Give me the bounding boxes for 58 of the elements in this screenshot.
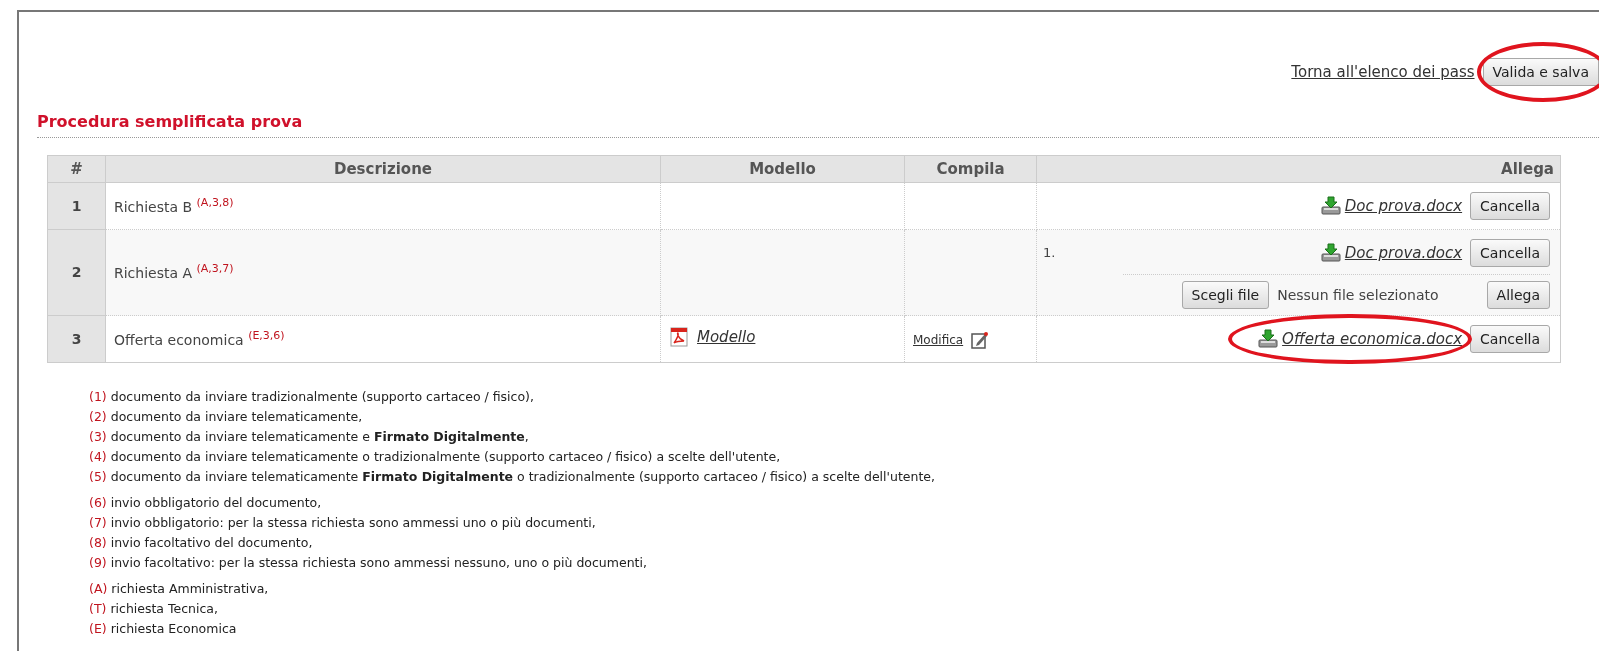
delete-button[interactable]: Cancella [1470, 239, 1550, 268]
delete-button[interactable]: Cancella [1470, 325, 1550, 354]
legend-text: invio facoltativo del documento, [110, 534, 313, 553]
download-icon [1320, 196, 1341, 217]
column-header: Compila [904, 155, 1037, 183]
delete-button[interactable]: Cancella [1470, 192, 1550, 221]
description-text: Richiesta B [114, 198, 193, 215]
download-icon [1320, 243, 1341, 264]
choose-file-button[interactable]: Scegli file [1181, 281, 1270, 310]
legend-marker: (9) [89, 554, 107, 573]
pdf-icon [669, 326, 689, 347]
row-number: 1 [47, 182, 106, 230]
legend-marker: (E) [89, 620, 107, 639]
row-number: 2 [47, 229, 106, 316]
legend-text: richiesta Amministrativa, [111, 580, 269, 599]
save-button[interactable]: Valida e salva [1482, 58, 1599, 86]
edit-icon [971, 330, 990, 349]
legend-marker: (4) [89, 448, 107, 467]
reference-codes: (A,3,8) [196, 195, 234, 209]
legend-marker: (5) [89, 468, 107, 487]
attach-button[interactable]: Allega [1486, 281, 1550, 310]
column-header: Allega [1036, 155, 1561, 183]
back-link[interactable]: Torna all'elenco dei pass [1291, 60, 1475, 84]
row-number: 3 [47, 315, 106, 363]
legend-text: documento da inviare tradizionalmente (supporto cartaceo / fisico), [110, 388, 534, 407]
legend-text: documento da inviare telematicamente Firmato Digitalmente o tradizionalmente (supporto cartaceo / fisico) a scelte dell'utente, [110, 468, 935, 487]
attachment-index: 1. [1043, 244, 1056, 263]
file-link[interactable]: Doc prova.docx [1344, 241, 1463, 265]
legend-marker: (3) [89, 428, 107, 447]
legend-marker: (2) [89, 408, 107, 427]
legend-text: invio obbligatorio: per la stessa richiesta sono ammessi uno o più documenti, [110, 514, 596, 533]
model-link[interactable]: Modello [697, 325, 756, 349]
description-text: Richiesta A [114, 265, 193, 281]
column-header: # [47, 155, 106, 183]
file-link[interactable]: Doc prova.docx [1344, 194, 1463, 218]
legend-text: documento da inviare telematicamente, [110, 408, 363, 427]
legend-text: richiesta Economica [110, 620, 237, 639]
reference-codes: (A,3,7) [196, 262, 234, 276]
legend-text: documento da inviare telematicamente e Firmato Digitalmente, [110, 428, 529, 447]
legend-marker: (1) [89, 388, 107, 407]
section-title: Procedura semplificata prova [37, 112, 1599, 139]
file-link[interactable]: Offerta economica.docx [1282, 327, 1463, 351]
legend-marker: (8) [89, 534, 107, 553]
reference-codes: (E,3,6) [248, 328, 285, 342]
legend-text: richiesta Tecnica, [110, 600, 218, 619]
edit-link[interactable]: Modifica [913, 330, 964, 349]
column-header: Modello [660, 155, 905, 183]
legend-marker: (7) [89, 514, 107, 533]
legend-text: invio facoltativo: per la stessa richiesta sono ammessi nessuno, uno o più documenti, [110, 554, 647, 573]
column-header: Descrizione [105, 155, 661, 183]
description-text: Offerta economica [114, 331, 244, 348]
file-status: Nessun file selezionato [1277, 285, 1439, 305]
legend-marker: (6) [89, 494, 107, 513]
download-icon [1258, 329, 1279, 350]
legend-text: documento da inviare telematicamente o tradizionalmente (supporto cartaceo / fisico) a scelte dell'utente, [110, 448, 781, 467]
legend-text: invio obbligatorio del documento, [110, 494, 322, 513]
legend-marker: (A) [89, 580, 108, 599]
legend-marker: (T) [89, 600, 107, 619]
